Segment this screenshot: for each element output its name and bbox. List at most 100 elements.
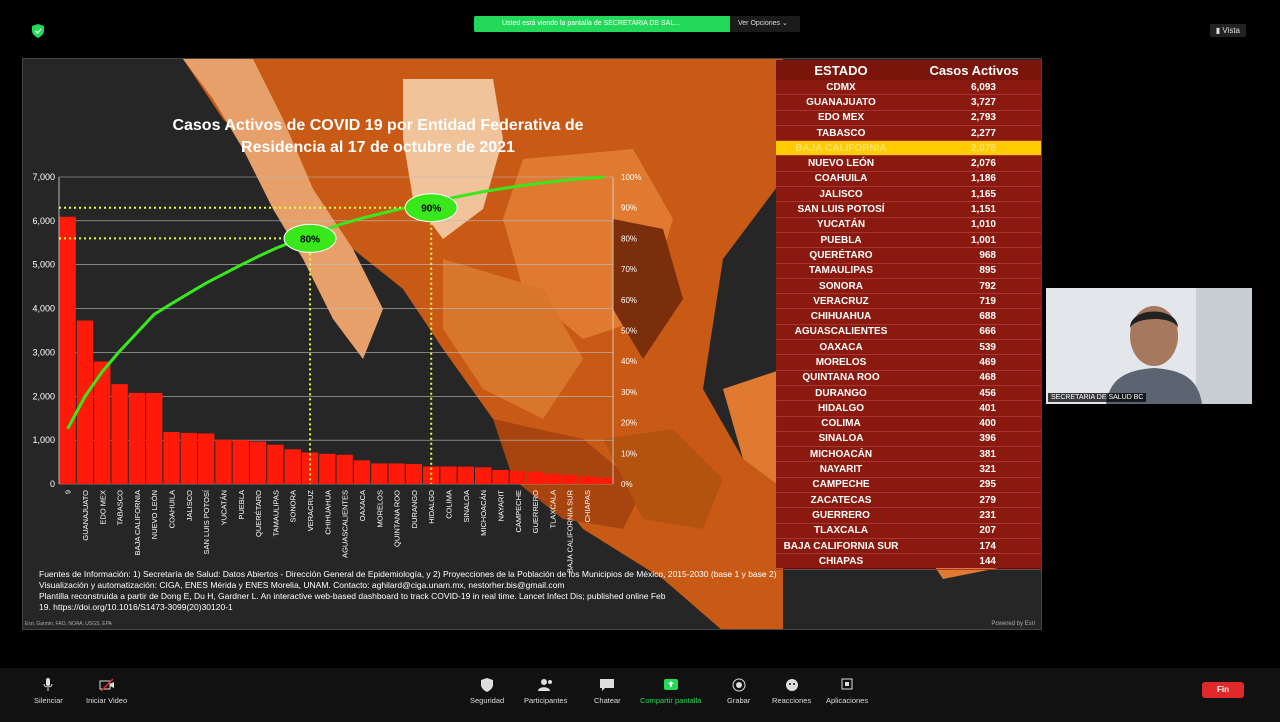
x-tick-label: 9 (64, 490, 73, 494)
table-header: ESTADO Casos Activos (776, 60, 1041, 80)
security-button[interactable]: Seguridad (470, 678, 504, 705)
participants-button[interactable]: Participantes (524, 678, 567, 705)
bar (284, 449, 301, 484)
bar (561, 474, 578, 484)
table-cell-value: 279 (979, 494, 996, 506)
y-tick-label: 3,000 (32, 347, 55, 357)
table-row: QUERÉTARO 968 (776, 248, 1041, 264)
x-tick-label: BAJA CALIFORNIA (133, 490, 142, 555)
bar (59, 216, 76, 484)
y2-tick-label: 40% (621, 357, 637, 366)
start-video-label: Iniciar Video (86, 696, 128, 705)
table-row: PUEBLA 1,001 (776, 233, 1041, 249)
microphone-icon (43, 678, 53, 691)
table-row: COAHUILA 1,186 (776, 172, 1041, 188)
bar (215, 439, 232, 484)
table-cell-state: TLAXCALA (814, 525, 868, 537)
view-button[interactable]: ▮ Vista (1209, 24, 1246, 37)
table-cell-value: 2,078 (970, 142, 996, 154)
reactions-icon (785, 679, 798, 691)
table-cell-state: TABASCO (816, 127, 866, 139)
table-row: COLIMA 400 (776, 417, 1041, 432)
table-cell-state: DURANGO (815, 387, 867, 399)
bar (526, 471, 544, 484)
x-tick-label: VERACRUZ (306, 490, 315, 532)
sources-note: Fuentes de Información: 1) Secretaría de… (39, 569, 899, 613)
bar (353, 460, 371, 484)
bar (475, 467, 492, 484)
mute-label: Silenciar (34, 696, 63, 705)
participants-icon (537, 679, 552, 691)
chat-button[interactable]: Chatear (594, 678, 621, 705)
bar (232, 440, 249, 484)
apps-button[interactable]: Aplicaciones (826, 678, 868, 705)
table-cell-value: 2,793 (970, 112, 996, 124)
table-cell-value: 231 (979, 509, 996, 521)
x-tick-label: SONORA (289, 490, 298, 523)
table-cell-state: CDMX (826, 81, 856, 93)
table-cell-value: 1,186 (970, 173, 996, 185)
table-row: GUANAJUATO 3,727 (776, 95, 1041, 111)
bar (457, 466, 474, 484)
x-tick-label: CAMPECHE (514, 490, 523, 533)
table-cell-value: 688 (979, 311, 996, 323)
marker-label: 90% (421, 204, 441, 215)
bar (76, 320, 94, 484)
y-tick-label: 6,000 (32, 216, 55, 226)
marker-label: 80% (300, 234, 320, 245)
sources-line-3: Plantilla reconstruida a partir de Dong … (39, 591, 666, 601)
bar (578, 476, 596, 484)
table-row: OAXACA 539 (776, 340, 1041, 356)
mute-button[interactable]: Silenciar (34, 678, 63, 705)
x-tick-label: BAJA CALIFORNIA SUR (566, 489, 575, 573)
end-meeting-button[interactable]: Fin (1202, 682, 1244, 698)
table-cell-state: VERACRUZ (813, 295, 869, 307)
participant-video[interactable]: SECRETARIA DE SALUD BC (1046, 288, 1252, 404)
x-tick-label: NUEVO LEÓN (150, 490, 159, 539)
table-row: CAMPECHE 295 (776, 478, 1041, 494)
view-options-button[interactable]: Ver Opciones ⌄ (730, 16, 800, 32)
bar (596, 477, 613, 484)
start-video-button[interactable]: Iniciar Video (86, 678, 127, 705)
table-row: EDO MEX 2,793 (776, 111, 1041, 126)
table-row: TLAXCALA 207 (776, 524, 1041, 539)
shared-screen: 0 1,000 2,000 3,000 4,000 5,000 6,000 7,000 0% 10… (22, 58, 1042, 630)
table-cell-state: SAN LUIS POTOSÍ (797, 204, 885, 216)
shield-icon (481, 678, 494, 692)
table-cell-state: EDO MEX (817, 112, 865, 124)
y2-tick-label: 90% (621, 204, 637, 213)
table-cell-state: BAJA CALIFORNIA (795, 142, 887, 154)
powered-by-esri: Powered by Esri (991, 621, 1035, 627)
sources-line-2: Visualización y automatización: CIGA, EN… (39, 580, 565, 590)
table-cell-value: 792 (979, 280, 996, 292)
reactions-button[interactable]: Reacciones (772, 678, 811, 705)
table-row: DURANGO 456 (776, 386, 1041, 402)
table-cell-value: 1,165 (970, 188, 996, 200)
table-cell-value: 1,010 (970, 219, 996, 231)
x-tick-label: TABASCO (116, 490, 125, 525)
record-icon (732, 678, 746, 692)
meeting-toolbar: Silenciar Iniciar Video Seguridad Partic… (0, 668, 1280, 722)
table-cell-state: MORELOS (815, 356, 867, 368)
share-screen-button[interactable]: Compartir pantalla (640, 678, 701, 705)
x-tick-label: MORELOS (375, 490, 384, 528)
table-cell-value: 456 (979, 387, 996, 399)
table-cell-state: QUINTANA ROO (802, 372, 880, 384)
table-row: BAJA CALIFORNIA SUR 174 (776, 539, 1041, 555)
x-tick-label: TAMAULIPAS (271, 490, 280, 536)
bar (319, 453, 336, 484)
table-cell-state: NAYARIT (819, 464, 863, 476)
table-row: MICHOACÁN 381 (776, 447, 1041, 463)
chat-label: Chatear (594, 696, 621, 705)
bar (128, 392, 146, 484)
table-row: GUERRERO 231 (776, 508, 1041, 524)
bar (492, 469, 509, 484)
table-cell-value: 174 (979, 540, 996, 552)
table-header-value: Casos Activos (929, 62, 1019, 78)
bar (388, 463, 405, 484)
sources-line-4[interactable]: 19. https://doi.org/10.1016/S1473-3099(2… (39, 602, 899, 613)
map-attribution: Esri, Garmin, FAO, NOAA, USGS, EPA (25, 621, 112, 627)
record-button[interactable]: Grabar (727, 678, 750, 705)
bar (198, 433, 215, 484)
table-cell-state: YUCATÁN (816, 219, 866, 231)
